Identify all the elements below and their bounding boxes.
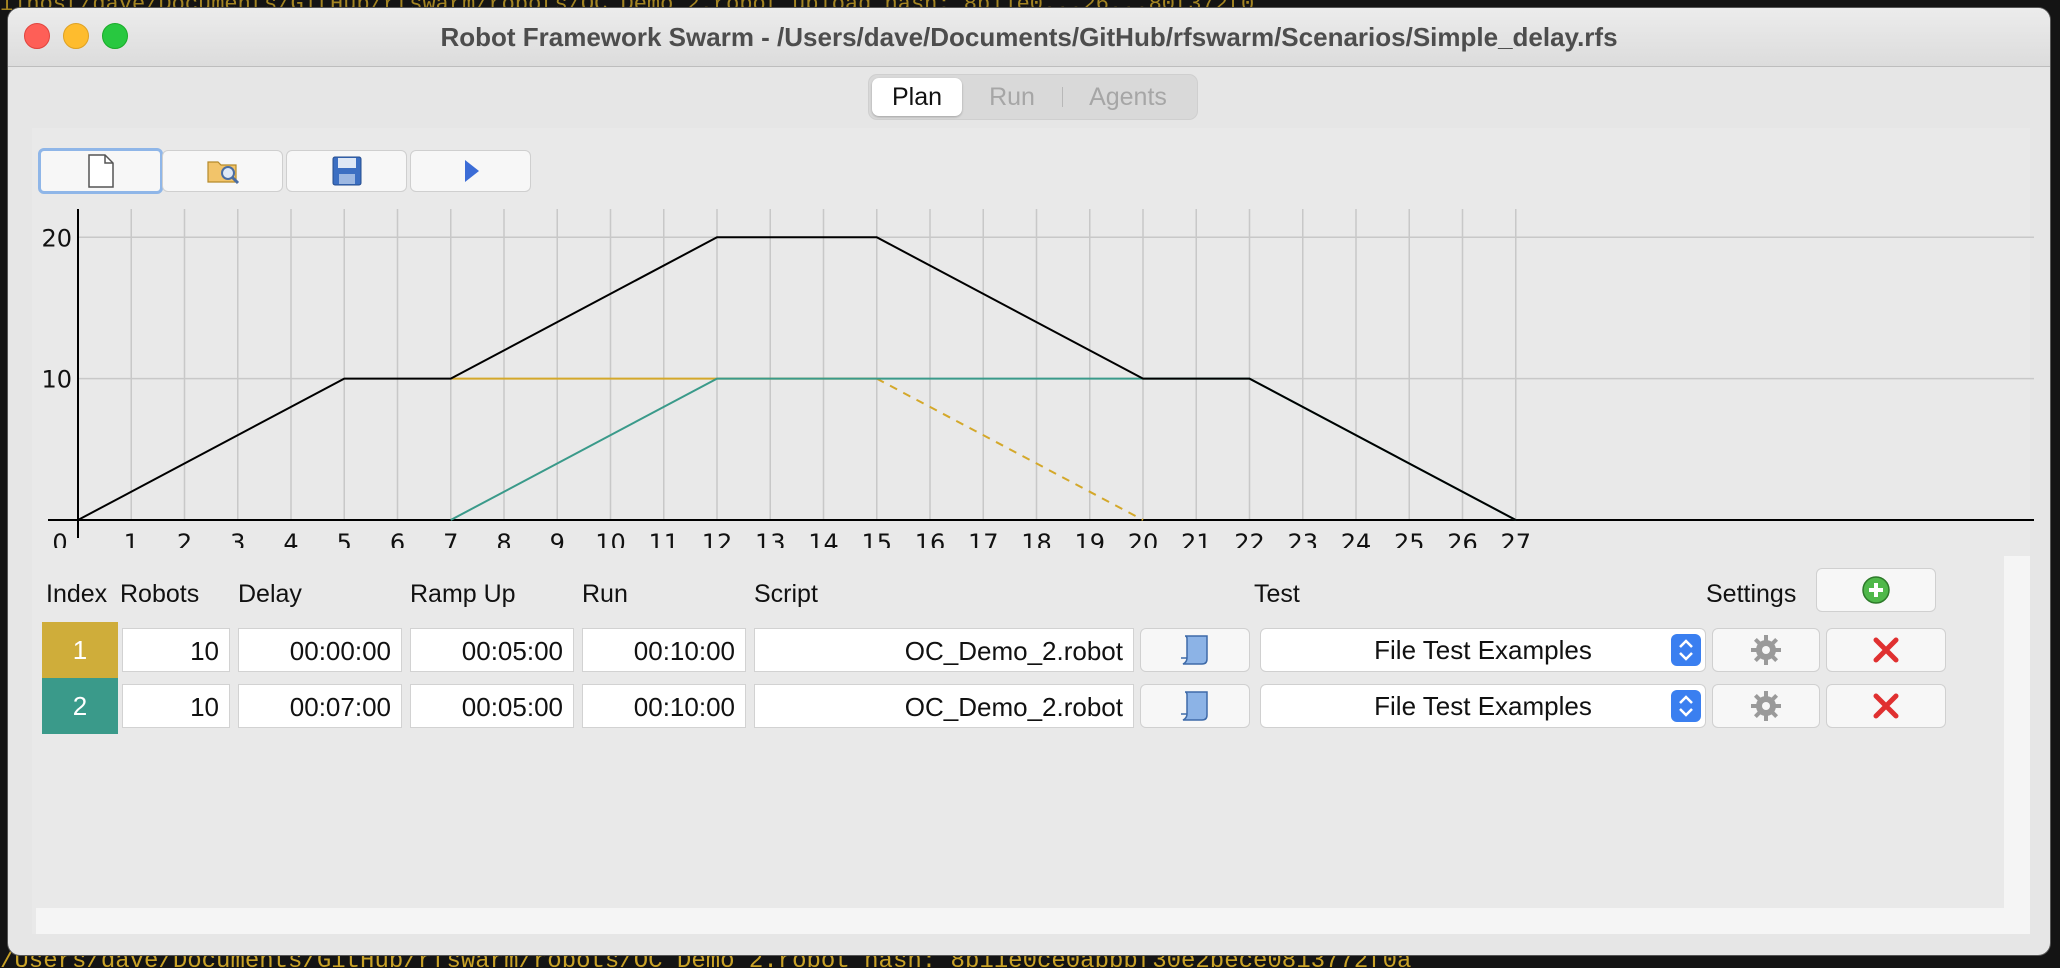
- x-tick-label: 25: [1394, 529, 1425, 548]
- row-1-select-script-button[interactable]: [1140, 628, 1250, 672]
- x-tick-label: 6: [390, 529, 405, 548]
- row-2-index: 2: [42, 678, 118, 734]
- row-2-robots-input[interactable]: 10: [122, 684, 230, 728]
- x-tick-label: 7: [443, 529, 458, 548]
- header-script: Script: [754, 580, 818, 608]
- script-scroll-icon: [1181, 691, 1208, 721]
- header-run: Run: [582, 580, 628, 608]
- x-tick-label: 3: [230, 529, 245, 548]
- x-tick-label: 24: [1341, 529, 1372, 548]
- x-tick-label: 14: [808, 529, 839, 548]
- row-1-run-input[interactable]: 00:10:00: [582, 628, 746, 672]
- open-scenario-button[interactable]: [162, 150, 283, 192]
- x-tick-label: 11: [648, 529, 679, 548]
- tab-plan[interactable]: Plan: [872, 78, 962, 116]
- x-tick-label: 0: [52, 529, 67, 548]
- chevron-updown-icon: [1671, 634, 1701, 666]
- row-2-test-select[interactable]: File Test Examples: [1260, 684, 1706, 728]
- new-scenario-button[interactable]: [38, 148, 163, 194]
- row-1-rampup-input[interactable]: 00:05:00: [410, 628, 574, 672]
- add-icon: [1862, 576, 1890, 604]
- header-robots: Robots: [120, 580, 200, 608]
- x-tick-label: 26: [1447, 529, 1478, 548]
- window-title: Robot Framework Swarm - /Users/dave/Docu…: [440, 22, 1618, 52]
- header-test: Test: [1254, 580, 1300, 608]
- row-2-test-value: File Test Examples: [1374, 691, 1592, 721]
- row-2-rampup-input[interactable]: 00:05:00: [410, 684, 574, 728]
- horizontal-scrollbar[interactable]: [36, 908, 2004, 934]
- x-tick-label: 10: [595, 529, 626, 548]
- x-tick-label: 17: [968, 529, 999, 548]
- x-tick-label: 22: [1234, 529, 1265, 548]
- title-bar: Robot Framework Swarm - /Users/dave/Docu…: [8, 8, 2050, 67]
- x-tick-label: 9: [550, 529, 565, 548]
- row-1-index: 1: [42, 622, 118, 678]
- x-tick-label: 13: [755, 529, 786, 548]
- graph-canvas: 0 1 2 3 4 5 6 7 8 9 10 11 12 13 14 15 16 17 18 19 20 21 22 23 24…: [41, 209, 2034, 557]
- row-1-settings-button[interactable]: [1712, 628, 1820, 672]
- play-icon: [464, 160, 479, 182]
- x-tick-label: 16: [915, 529, 946, 548]
- delete-x-icon: [1873, 637, 1899, 663]
- tab-agents[interactable]: Agents: [1063, 78, 1193, 116]
- tab-bar: Plan Run Agents: [868, 74, 1198, 120]
- y-tick-label: 20: [41, 224, 72, 252]
- save-disk-icon: [332, 156, 361, 186]
- run-scenario-button[interactable]: [410, 150, 531, 192]
- row-2-script-input[interactable]: OC_Demo_2.robot: [754, 684, 1134, 728]
- header-delay: Delay: [238, 580, 302, 608]
- row-1-delay-input[interactable]: 00:00:00: [238, 628, 402, 672]
- row-1-robots-input[interactable]: 10: [122, 628, 230, 672]
- add-row-button[interactable]: [1816, 568, 1936, 612]
- y-tick-label: 10: [41, 366, 72, 394]
- x-tick-label: 19: [1074, 529, 1105, 548]
- row-1-script-input[interactable]: OC_Demo_2.robot: [754, 628, 1134, 672]
- open-folder-icon: [206, 161, 239, 185]
- app-window: Robot Framework Swarm - /Users/dave/Docu…: [8, 8, 2050, 955]
- x-tick-label: 2: [177, 529, 192, 548]
- row-1-delete-button[interactable]: [1826, 628, 1946, 672]
- x-tick-label: 23: [1287, 529, 1318, 548]
- x-tick-label: 15: [861, 529, 892, 548]
- delete-x-icon: [1873, 693, 1899, 719]
- x-tick-label: 18: [1021, 529, 1052, 548]
- series-line-2: [876, 377, 1144, 521]
- gear-icon: [1751, 691, 1781, 721]
- tab-run[interactable]: Run: [962, 78, 1062, 116]
- x-tick-label: 5: [337, 529, 352, 548]
- script-scroll-icon: [1181, 635, 1208, 665]
- x-tick-label: 27: [1500, 529, 1531, 548]
- chevron-updown-icon: [1671, 690, 1701, 722]
- header-index: Index: [46, 580, 108, 608]
- gear-icon: [1751, 635, 1781, 665]
- x-tick-label: 4: [283, 529, 298, 548]
- row-1-test-select[interactable]: File Test Examples: [1260, 628, 1706, 672]
- x-tick-label: 8: [496, 529, 511, 548]
- row-2-delete-button[interactable]: [1826, 684, 1946, 728]
- header-settings: Settings: [1706, 580, 1797, 608]
- x-tick-label: 12: [702, 529, 733, 548]
- robots-plan-graph: 0 1 2 3 4 5 6 7 8 9 10 11 12 13 14 15 16 17 18 19 20 21 22 23 24…: [32, 203, 2034, 557]
- x-tick-label: 21: [1181, 529, 1212, 548]
- row-1-test-value: File Test Examples: [1374, 635, 1592, 665]
- row-2-run-input[interactable]: 00:10:00: [582, 684, 746, 728]
- header-ramp-up: Ramp Up: [410, 580, 516, 608]
- vertical-scrollbar[interactable]: [2004, 556, 2030, 934]
- row-2-select-script-button[interactable]: [1140, 684, 1250, 728]
- x-tick-label: 20: [1128, 529, 1159, 548]
- new-file-icon: [87, 154, 114, 188]
- x-tick-label: 1: [124, 529, 139, 548]
- row-2-settings-button[interactable]: [1712, 684, 1820, 728]
- row-2-delay-input[interactable]: 00:07:00: [238, 684, 402, 728]
- save-scenario-button[interactable]: [286, 150, 407, 192]
